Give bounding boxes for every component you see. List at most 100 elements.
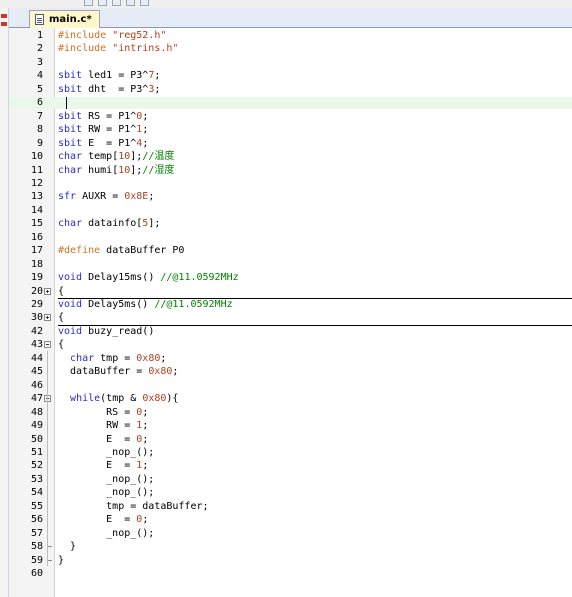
code-line[interactable]: 50 E = 0; (9, 434, 572, 446)
code-token: 10 (118, 164, 131, 176)
code-line[interactable]: 18 (9, 259, 572, 271)
line-number: 58 (30, 541, 43, 553)
code-line[interactable]: 42 void buzy_read() (9, 326, 572, 338)
code-line[interactable]: 53 _nop_(); (9, 474, 572, 486)
line-number: 9 (36, 137, 43, 149)
code-token: ]; (148, 218, 161, 230)
fold-plus-icon[interactable] (44, 287, 51, 295)
code-editor[interactable]: 1 #include "reg52.h" 2 #include "intrins.h"… (9, 28, 572, 597)
toolbar-icon[interactable] (126, 0, 135, 6)
code-line[interactable]: 60 (9, 568, 572, 580)
code-token: } (58, 554, 65, 566)
code-token: temp[ (88, 151, 119, 163)
code-line[interactable]: 9 sbit E = P1^4; (9, 138, 572, 150)
code-token: E = (58, 460, 137, 472)
code-line[interactable]: 14 (9, 205, 572, 217)
code-line[interactable]: 20 { (9, 286, 572, 298)
code-token: ; (142, 137, 149, 149)
line-number: 60 (30, 568, 43, 579)
code-token: ; (142, 514, 149, 526)
line-number: 47 (30, 393, 43, 405)
code-token: ; (142, 420, 149, 432)
code-token: 0x80 (142, 393, 167, 405)
code-line[interactable]: 57 _nop_(); (9, 528, 572, 540)
line-number: 7 (36, 110, 43, 122)
code-line[interactable]: 1 #include "reg52.h" (9, 30, 572, 42)
line-number: 29 (30, 299, 43, 310)
toolbar-icon[interactable] (98, 0, 107, 6)
code-token: dht = P3^ (88, 83, 149, 95)
code-token: sfr (58, 191, 83, 203)
code-line[interactable]: 11 char humi[10];//湿度 (9, 165, 572, 177)
code-line[interactable]: 8 sbit RW = P1^1; (9, 124, 572, 136)
fold-plus-icon[interactable] (44, 314, 51, 322)
code-line[interactable]: 5 sbit dht = P3^3; (9, 84, 572, 96)
line-number: 15 (30, 218, 43, 230)
code-line[interactable]: 6 (9, 97, 572, 110)
code-text: sbit dht = P3^3; (58, 84, 160, 96)
code-text: { (58, 312, 64, 324)
code-token: //湿度 (142, 164, 175, 176)
code-token: _nop_(); (58, 487, 155, 499)
code-token: _nop_(); (58, 446, 155, 458)
code-line[interactable]: 4 sbit led1 = P3^7; (9, 70, 572, 82)
code-line[interactable]: 46 (9, 380, 572, 392)
code-token: void (58, 325, 89, 337)
code-line[interactable]: 12 (9, 178, 572, 190)
code-text: sbit E = P1^4; (58, 138, 148, 150)
code-line[interactable]: 58 } (9, 541, 572, 553)
code-line[interactable]: 43 { (9, 339, 572, 351)
code-line[interactable]: 51 _nop_(); (9, 447, 572, 459)
code-line[interactable]: 13 sfr AUXR = 0x8E; (9, 191, 572, 203)
code-line[interactable]: 56 E = 0; (9, 514, 572, 526)
tab-main-c[interactable]: main.c* (29, 10, 100, 28)
code-line[interactable]: 44 char tmp = 0x80; (9, 353, 572, 365)
code-token: char (58, 151, 89, 163)
marker-icon (1, 14, 7, 18)
code-token: 0x80 (136, 352, 161, 364)
code-token: dataBuffer P0 (106, 245, 185, 257)
code-line[interactable]: 45 dataBuffer = 0x80; (9, 366, 572, 378)
line-number: 59 (30, 554, 43, 566)
code-token: ; (154, 70, 161, 82)
code-line[interactable]: 29 void Delay5ms() //@11.0592MHz (9, 299, 572, 311)
code-line[interactable]: 2 #include "intrins.h" (9, 43, 572, 55)
code-token: buzy_read() (88, 325, 155, 337)
code-line[interactable]: 52 E = 1; (9, 460, 572, 472)
code-line[interactable]: 48 RS = 0; (9, 407, 572, 419)
code-token: #include (58, 30, 113, 41)
toolbar-icon[interactable] (140, 0, 149, 6)
line-number: 55 (30, 500, 43, 512)
code-line[interactable]: 30 { (9, 312, 572, 324)
code-line[interactable]: 59} (9, 554, 572, 567)
code-token: RS = P1^ (88, 110, 137, 122)
code-line[interactable]: 10 char temp[10];//温度 (9, 151, 572, 163)
code-text: } (58, 541, 76, 553)
code-text: #define dataBuffer P0 (58, 245, 184, 257)
code-token: ; (142, 406, 149, 418)
code-token: Delay15ms() (88, 272, 161, 284)
code-text: char tmp = 0x80; (58, 353, 166, 365)
code-line[interactable]: 16 (9, 232, 572, 244)
toolbar-strip (0, 0, 572, 8)
code-line[interactable]: 17 #define dataBuffer P0 (9, 245, 572, 257)
code-line[interactable]: 19 void Delay15ms() //@11.0592MHz (9, 272, 572, 284)
code-line[interactable]: 3 (9, 57, 572, 69)
toolbar-icon[interactable] (84, 0, 93, 6)
code-line[interactable]: 49 RW = 1; (9, 420, 572, 432)
line-number: 12 (30, 177, 43, 189)
line-number: 43 (30, 339, 43, 351)
code-line[interactable]: 54 _nop_(); (9, 487, 572, 499)
file-icon (35, 14, 44, 25)
code-line[interactable]: 15 char datainfo[5]; (9, 218, 572, 230)
line-number: 2 (36, 43, 43, 55)
code-token: 10 (118, 151, 131, 163)
code-line[interactable]: 47 while(tmp & 0x80){ (9, 393, 572, 405)
line-number: 1 (36, 30, 43, 41)
code-line[interactable]: 55 tmp = dataBuffer; (9, 501, 572, 513)
fold-minus-icon[interactable] (44, 341, 51, 349)
code-line[interactable]: 7 sbit RS = P1^0; (9, 111, 572, 123)
toolbar-icon[interactable] (112, 0, 121, 6)
code-text: { (58, 286, 64, 298)
